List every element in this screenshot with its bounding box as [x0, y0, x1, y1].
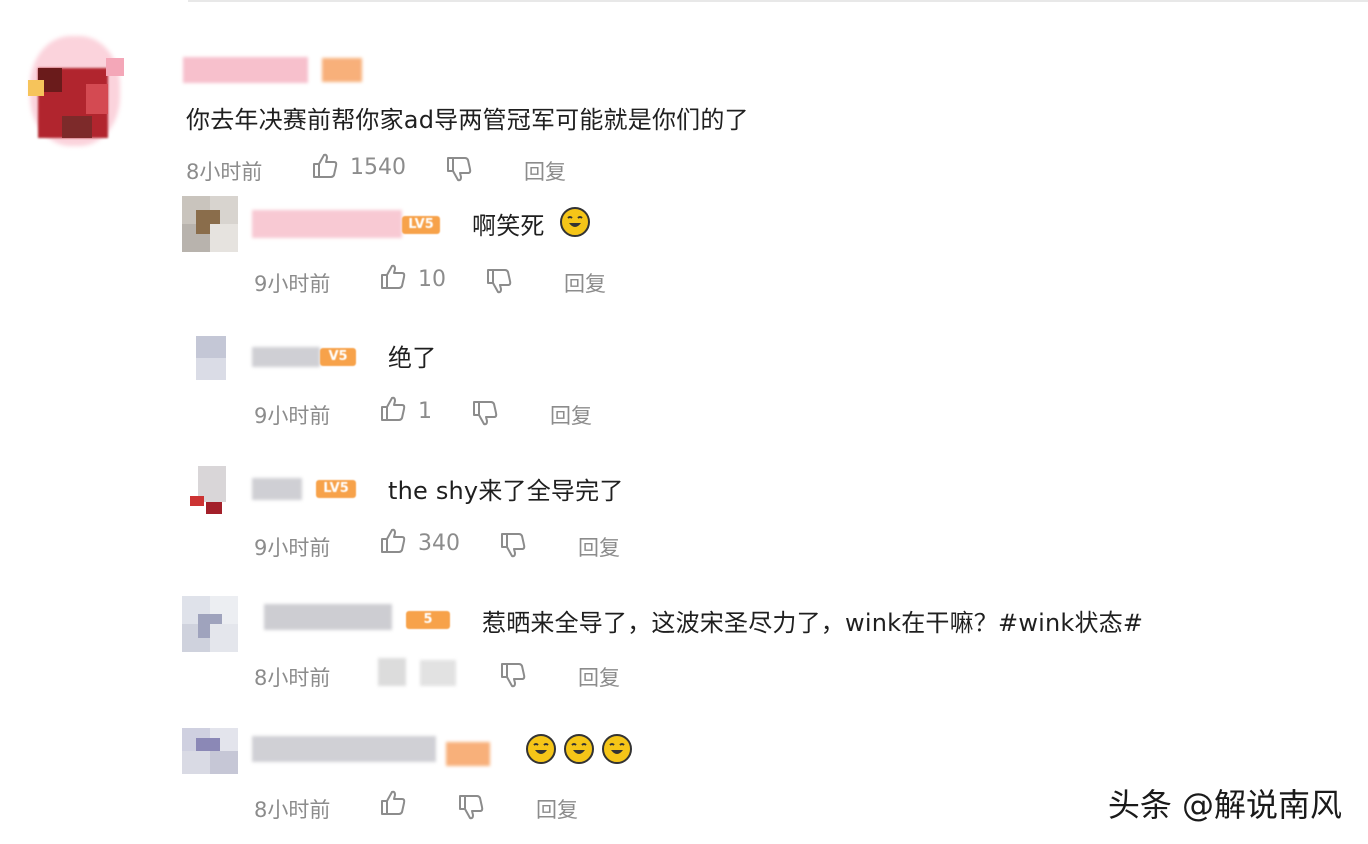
comment-text: the shy来了全导完了 [388, 477, 624, 505]
thumbs-up-icon[interactable] [378, 788, 408, 818]
like-count: 1 [418, 399, 432, 424]
comment-text: 惹晒来全导了，这波宋圣尽力了，wink在干嘛？#wink状态# [482, 609, 1144, 637]
laughing-emoji-icon [602, 734, 632, 764]
thumbs-up-icon[interactable] [378, 394, 408, 424]
reply-button[interactable]: 回复 [564, 268, 606, 298]
top-divider [188, 0, 1368, 2]
laughing-emoji-icon [526, 734, 556, 764]
watermark: 头条 @解说南风 [1107, 786, 1342, 824]
comment-time: 8小时前 [186, 160, 263, 184]
thumbs-down-icon[interactable] [484, 266, 514, 296]
avatar[interactable] [10, 28, 138, 158]
avatar[interactable] [182, 728, 238, 774]
comment-time: 9小时前 [254, 272, 331, 296]
thumbs-down-icon[interactable] [470, 398, 500, 428]
laughing-emoji-icon [564, 734, 594, 764]
reply-button[interactable]: 回复 [536, 794, 578, 824]
thumbs-up-icon[interactable] [378, 526, 408, 556]
comment-time: 8小时前 [254, 798, 331, 822]
thumbs-up-icon[interactable] [378, 262, 408, 292]
user-badge [446, 742, 490, 766]
level-badge: V5 [320, 348, 356, 366]
level-badge: LV5 [316, 480, 356, 498]
like-count: 1540 [350, 155, 406, 180]
thumbs-up-icon[interactable] [310, 151, 340, 181]
avatar[interactable] [182, 596, 238, 652]
thumbs-down-icon[interactable] [456, 792, 486, 822]
reply-button[interactable]: 回复 [578, 662, 620, 692]
avatar[interactable] [196, 336, 226, 380]
level-badge: LV5 [402, 216, 440, 234]
level-badge: 5 [406, 611, 450, 629]
laughing-emoji-icon [560, 207, 590, 237]
username[interactable] [252, 736, 436, 762]
username[interactable] [252, 347, 320, 367]
username[interactable] [264, 604, 392, 630]
comment-text: 啊笑死 [472, 212, 545, 240]
like-area-obscured [378, 658, 406, 686]
like-count-obscured [420, 660, 456, 686]
reply-button[interactable]: 回复 [578, 532, 620, 562]
comment-text: 你去年决赛前帮你家ad导两管冠军可能就是你们的了 [186, 106, 749, 134]
username[interactable] [252, 210, 402, 238]
reply-button[interactable]: 回复 [524, 156, 566, 186]
comment-time: 9小时前 [254, 404, 331, 428]
user-badge [322, 58, 362, 82]
username[interactable] [252, 478, 302, 500]
comment-time: 9小时前 [254, 536, 331, 560]
avatar[interactable] [182, 196, 238, 252]
thumbs-down-icon[interactable] [498, 660, 528, 690]
comment-time: 8小时前 [254, 666, 331, 690]
reply-button[interactable]: 回复 [550, 400, 592, 430]
thumbs-down-icon[interactable] [444, 154, 474, 184]
avatar[interactable] [190, 466, 234, 514]
comment-text: 绝了 [388, 344, 437, 372]
like-count: 340 [418, 531, 460, 556]
username[interactable] [183, 57, 308, 83]
like-count: 10 [418, 267, 446, 292]
thumbs-down-icon[interactable] [498, 530, 528, 560]
